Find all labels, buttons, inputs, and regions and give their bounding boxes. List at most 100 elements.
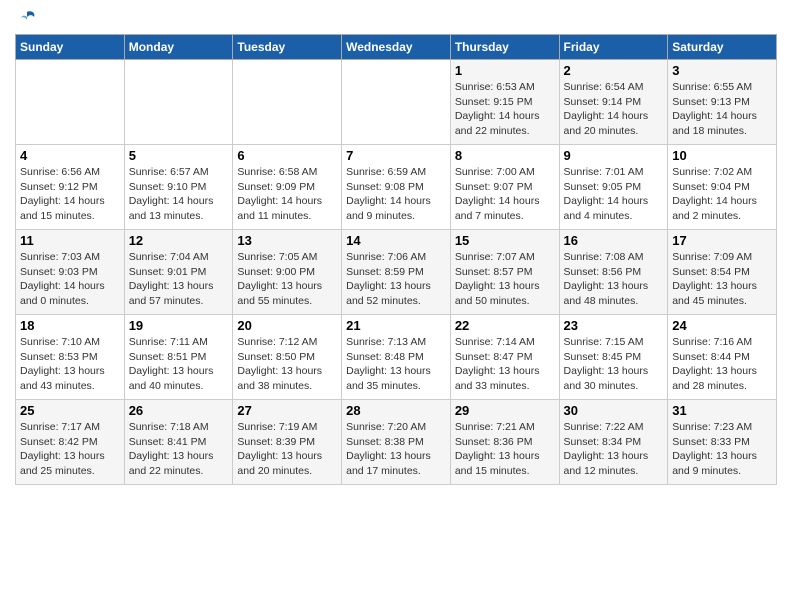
day-number: 11 (20, 233, 120, 248)
day-number: 22 (455, 318, 555, 333)
col-header-friday: Friday (559, 35, 668, 60)
logo (15, 10, 38, 26)
calendar-cell (342, 60, 451, 145)
calendar-cell: 26Sunrise: 7:18 AM Sunset: 8:41 PM Dayli… (124, 400, 233, 485)
calendar-cell: 13 Sunrise: 7:05 AM Sunset: 9:00 PM Dayli… (233, 230, 342, 315)
day-number: 31 (672, 403, 772, 418)
calendar-cell: 11 Sunrise: 7:03 AM Sunset: 9:03 PM Dayli… (16, 230, 125, 315)
calendar-cell: 7Sunrise: 6:59 AM Sunset: 9:08 PM Daylig… (342, 145, 451, 230)
col-header-thursday: Thursday (450, 35, 559, 60)
day-info: Sunrise: 7:19 AM Sunset: 8:39 PM Dayligh… (237, 420, 337, 479)
day-info: Sunrise: 7:05 AM Sunset: 9:00 PM Dayligh… (237, 250, 337, 309)
day-number: 17 (672, 233, 772, 248)
calendar-cell (124, 60, 233, 145)
week-row-3: 11 Sunrise: 7:03 AM Sunset: 9:03 PM Dayli… (16, 230, 777, 315)
calendar-cell: 9 Sunrise: 7:01 AM Sunset: 9:05 PM Daylig… (559, 145, 668, 230)
day-info: Sunrise: 6:58 AM Sunset: 9:09 PM Dayligh… (237, 165, 337, 224)
day-info: Sunrise: 7:00 AM Sunset: 9:07 PM Dayligh… (455, 165, 555, 224)
day-info: Sunrise: 6:54 AM Sunset: 9:14 PM Dayligh… (564, 80, 664, 139)
page-header (15, 10, 777, 26)
page-container: SundayMondayTuesdayWednesdayThursdayFrid… (0, 0, 792, 495)
logo-bird-icon (16, 8, 38, 30)
calendar-cell: 27 Sunrise: 7:19 AM Sunset: 8:39 PM Dayli… (233, 400, 342, 485)
day-info: Sunrise: 7:12 AM Sunset: 8:50 PM Dayligh… (237, 335, 337, 394)
calendar-cell (16, 60, 125, 145)
day-number: 30 (564, 403, 664, 418)
day-number: 23 (564, 318, 664, 333)
calendar-cell: 16Sunrise: 7:08 AM Sunset: 8:56 PM Dayli… (559, 230, 668, 315)
week-row-2: 4 Sunrise: 6:56 AM Sunset: 9:12 PM Daylig… (16, 145, 777, 230)
day-number: 19 (129, 318, 229, 333)
day-info: Sunrise: 7:17 AM Sunset: 8:42 PM Dayligh… (20, 420, 120, 479)
calendar-cell: 6 Sunrise: 6:58 AM Sunset: 9:09 PM Daylig… (233, 145, 342, 230)
day-info: Sunrise: 7:13 AM Sunset: 8:48 PM Dayligh… (346, 335, 446, 394)
day-info: Sunrise: 7:10 AM Sunset: 8:53 PM Dayligh… (20, 335, 120, 394)
calendar-cell: 14Sunrise: 7:06 AM Sunset: 8:59 PM Dayli… (342, 230, 451, 315)
calendar-cell: 15 Sunrise: 7:07 AM Sunset: 8:57 PM Dayli… (450, 230, 559, 315)
col-header-monday: Monday (124, 35, 233, 60)
day-info: Sunrise: 7:14 AM Sunset: 8:47 PM Dayligh… (455, 335, 555, 394)
calendar-cell (233, 60, 342, 145)
calendar-cell: 18 Sunrise: 7:10 AM Sunset: 8:53 PM Dayli… (16, 315, 125, 400)
day-number: 27 (237, 403, 337, 418)
day-number: 20 (237, 318, 337, 333)
day-number: 26 (129, 403, 229, 418)
calendar-cell: 20 Sunrise: 7:12 AM Sunset: 8:50 PM Dayli… (233, 315, 342, 400)
calendar-header: SundayMondayTuesdayWednesdayThursdayFrid… (16, 35, 777, 60)
calendar-cell: 1 Sunrise: 6:53 AM Sunset: 9:15 PM Daylig… (450, 60, 559, 145)
day-info: Sunrise: 7:03 AM Sunset: 9:03 PM Dayligh… (20, 250, 120, 309)
day-number: 12 (129, 233, 229, 248)
day-number: 25 (20, 403, 120, 418)
day-info: Sunrise: 6:53 AM Sunset: 9:15 PM Dayligh… (455, 80, 555, 139)
calendar-cell: 31 Sunrise: 7:23 AM Sunset: 8:33 PM Dayli… (668, 400, 777, 485)
day-info: Sunrise: 7:07 AM Sunset: 8:57 PM Dayligh… (455, 250, 555, 309)
day-number: 1 (455, 63, 555, 78)
day-info: Sunrise: 7:02 AM Sunset: 9:04 PM Dayligh… (672, 165, 772, 224)
day-info: Sunrise: 7:11 AM Sunset: 8:51 PM Dayligh… (129, 335, 229, 394)
col-header-wednesday: Wednesday (342, 35, 451, 60)
day-number: 8 (455, 148, 555, 163)
day-number: 9 (564, 148, 664, 163)
day-number: 10 (672, 148, 772, 163)
day-number: 13 (237, 233, 337, 248)
day-number: 4 (20, 148, 120, 163)
calendar-cell: 5 Sunrise: 6:57 AM Sunset: 9:10 PM Daylig… (124, 145, 233, 230)
day-number: 16 (564, 233, 664, 248)
col-header-saturday: Saturday (668, 35, 777, 60)
day-info: Sunrise: 7:22 AM Sunset: 8:34 PM Dayligh… (564, 420, 664, 479)
day-number: 28 (346, 403, 446, 418)
calendar-cell: 28 Sunrise: 7:20 AM Sunset: 8:38 PM Dayli… (342, 400, 451, 485)
day-info: Sunrise: 6:59 AM Sunset: 9:08 PM Dayligh… (346, 165, 446, 224)
calendar-cell: 8 Sunrise: 7:00 AM Sunset: 9:07 PM Daylig… (450, 145, 559, 230)
day-info: Sunrise: 7:20 AM Sunset: 8:38 PM Dayligh… (346, 420, 446, 479)
calendar-cell: 24 Sunrise: 7:16 AM Sunset: 8:44 PM Dayli… (668, 315, 777, 400)
calendar-cell: 25 Sunrise: 7:17 AM Sunset: 8:42 PM Dayli… (16, 400, 125, 485)
calendar-cell: 10 Sunrise: 7:02 AM Sunset: 9:04 PM Dayli… (668, 145, 777, 230)
day-info: Sunrise: 7:16 AM Sunset: 8:44 PM Dayligh… (672, 335, 772, 394)
day-info: Sunrise: 7:15 AM Sunset: 8:45 PM Dayligh… (564, 335, 664, 394)
day-number: 24 (672, 318, 772, 333)
calendar-cell: 19 Sunrise: 7:11 AM Sunset: 8:51 PM Dayli… (124, 315, 233, 400)
day-number: 15 (455, 233, 555, 248)
day-info: Sunrise: 6:56 AM Sunset: 9:12 PM Dayligh… (20, 165, 120, 224)
calendar-table: SundayMondayTuesdayWednesdayThursdayFrid… (15, 34, 777, 485)
day-number: 5 (129, 148, 229, 163)
calendar-cell: 12Sunrise: 7:04 AM Sunset: 9:01 PM Dayli… (124, 230, 233, 315)
day-info: Sunrise: 6:57 AM Sunset: 9:10 PM Dayligh… (129, 165, 229, 224)
day-info: Sunrise: 7:06 AM Sunset: 8:59 PM Dayligh… (346, 250, 446, 309)
day-info: Sunrise: 7:09 AM Sunset: 8:54 PM Dayligh… (672, 250, 772, 309)
day-number: 6 (237, 148, 337, 163)
day-number: 21 (346, 318, 446, 333)
day-number: 18 (20, 318, 120, 333)
day-info: Sunrise: 7:21 AM Sunset: 8:36 PM Dayligh… (455, 420, 555, 479)
day-info: Sunrise: 6:55 AM Sunset: 9:13 PM Dayligh… (672, 80, 772, 139)
calendar-cell: 21 Sunrise: 7:13 AM Sunset: 8:48 PM Dayli… (342, 315, 451, 400)
day-info: Sunrise: 7:01 AM Sunset: 9:05 PM Dayligh… (564, 165, 664, 224)
day-number: 2 (564, 63, 664, 78)
day-number: 3 (672, 63, 772, 78)
week-row-1: 1 Sunrise: 6:53 AM Sunset: 9:15 PM Daylig… (16, 60, 777, 145)
day-info: Sunrise: 7:23 AM Sunset: 8:33 PM Dayligh… (672, 420, 772, 479)
week-row-4: 18 Sunrise: 7:10 AM Sunset: 8:53 PM Dayli… (16, 315, 777, 400)
calendar-cell: 2 Sunrise: 6:54 AM Sunset: 9:14 PM Daylig… (559, 60, 668, 145)
col-header-sunday: Sunday (16, 35, 125, 60)
